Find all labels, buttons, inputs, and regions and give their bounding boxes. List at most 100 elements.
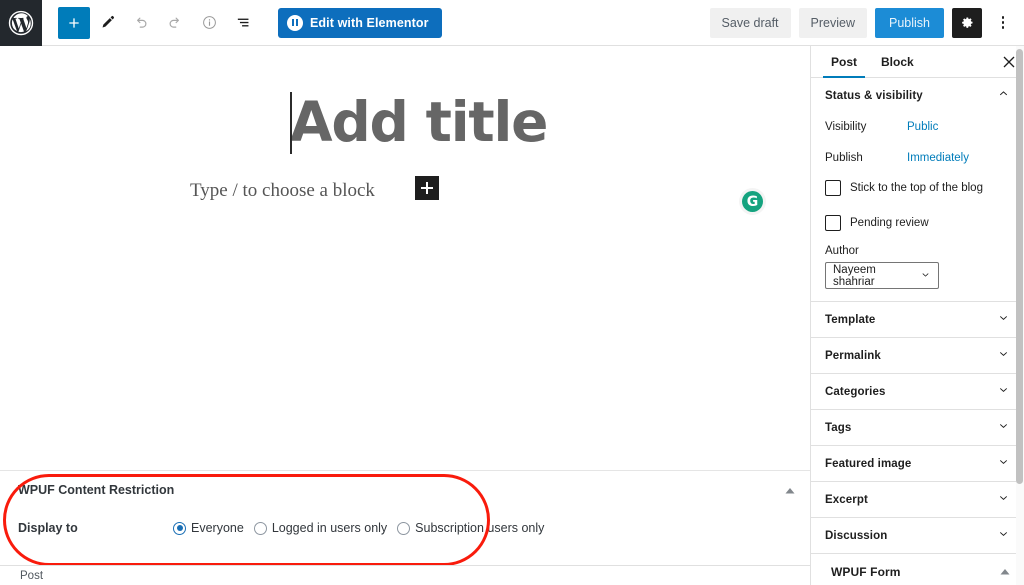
panel-excerpt: Excerpt (811, 482, 1024, 518)
breadcrumb[interactable]: Post (20, 570, 43, 582)
editor-breadcrumb-bar: Post (0, 565, 810, 585)
sidebar-tabs: Post Block (811, 46, 1024, 78)
display-to-field-row: Display to Everyone Logged in users only… (18, 521, 810, 535)
grammarly-glyph: G (746, 193, 759, 210)
panel-header-categories[interactable]: Categories (811, 374, 1024, 409)
visibility-value-button[interactable]: Public (907, 121, 938, 133)
more-options-button[interactable] (990, 8, 1016, 38)
edit-with-elementor-button[interactable]: Edit with Elementor (278, 7, 442, 38)
elementor-logo-icon (287, 14, 303, 31)
block-appender-button[interactable] (415, 176, 439, 200)
sidebar-scrollbar[interactable] (1016, 46, 1024, 585)
chevron-down-icon (997, 419, 1010, 437)
radio-option-subscription-users-only[interactable]: Subscription users only (397, 521, 544, 535)
text-caret (290, 92, 292, 154)
paragraph-block-row: Type / to choose a block (0, 176, 810, 206)
publish-button[interactable]: Publish (875, 7, 944, 38)
panel-header-featured-image[interactable]: Featured image (811, 446, 1024, 481)
metabox-title: WPUF Content Restriction (18, 483, 175, 497)
redo-icon (169, 17, 179, 28)
editor-canvas[interactable]: Add title Type / to choose a block G (0, 46, 810, 470)
panel-featured-image: Featured image (811, 446, 1024, 482)
tab-post[interactable]: Post (819, 46, 869, 78)
editor-toolbar: Edit with Elementor Save draft Preview P… (0, 0, 1024, 46)
tab-block[interactable]: Block (869, 46, 926, 77)
save-draft-button[interactable]: Save draft (709, 7, 791, 38)
vertical-ellipsis-icon (1001, 16, 1005, 19)
settings-button[interactable] (952, 7, 982, 38)
checkbox-row-pending-review[interactable]: Pending review (825, 210, 1010, 236)
panel-header-tags[interactable]: Tags (811, 410, 1024, 445)
display-to-label: Display to (18, 521, 78, 535)
settings-sidebar: Post Block Status & visibility Visibilit… (810, 46, 1024, 585)
checkbox-icon (825, 180, 841, 196)
radio-option-everyone[interactable]: Everyone (173, 521, 244, 535)
tools-button[interactable] (90, 6, 124, 40)
panel-title: Permalink (825, 349, 881, 362)
panel-header-excerpt[interactable]: Excerpt (811, 482, 1024, 517)
panel-wpuf-form: WPUF Form (811, 554, 1024, 585)
display-to-radio-group: Everyone Logged in users only Subscripti… (173, 521, 544, 535)
panel-permalink: Permalink (811, 338, 1024, 374)
gear-icon (961, 17, 972, 28)
radio-option-label: Everyone (191, 521, 244, 535)
publish-label: Publish (825, 152, 863, 164)
checkbox-label: Pending review (850, 217, 929, 229)
panel-title: WPUF Form (831, 564, 901, 579)
undo-button[interactable] (124, 6, 158, 40)
toolbar-right-actions: Save draft Preview Publish (709, 7, 1024, 38)
plus-icon (69, 17, 79, 28)
panel-title: Template (825, 313, 876, 326)
panel-categories: Categories (811, 374, 1024, 410)
panel-title: Categories (825, 385, 886, 398)
checkbox-label: Stick to the top of the blog (850, 182, 983, 194)
visibility-label: Visibility (825, 121, 867, 133)
author-label: Author (825, 245, 859, 257)
radio-icon (253, 521, 267, 535)
panel-title: Tags (825, 421, 852, 434)
chevron-down-icon (997, 347, 1010, 365)
details-button[interactable] (192, 6, 226, 40)
panel-header-status-and-visibility[interactable]: Status & visibility (811, 78, 1024, 113)
radio-option-label: Logged in users only (271, 521, 388, 535)
panel-template: Template (811, 302, 1024, 338)
checkbox-icon (825, 215, 841, 231)
panel-title: Discussion (825, 529, 888, 542)
post-title-input[interactable]: Add title (290, 90, 810, 154)
chevron-down-icon (997, 527, 1010, 545)
metabox-collapse-toggle[interactable] (780, 483, 800, 499)
wordpress-logo-icon[interactable] (0, 0, 42, 46)
checkbox-row-sticky[interactable]: Stick to the top of the blog (825, 175, 1010, 201)
chevron-down-icon (920, 269, 931, 283)
radio-icon (173, 521, 186, 535)
publish-value-button[interactable]: Immediately (907, 152, 969, 164)
publish-row: Publish Immediately (825, 144, 1010, 172)
sidebar-scrollbar-thumb[interactable] (1016, 49, 1023, 484)
chevron-up-icon (785, 487, 795, 493)
author-select[interactable]: Nayeem shahriar (825, 262, 939, 289)
radio-icon (397, 521, 411, 535)
chevron-down-icon (997, 491, 1010, 509)
panel-header-permalink[interactable]: Permalink (811, 338, 1024, 373)
list-view-button[interactable] (226, 6, 260, 40)
panel-header-template[interactable]: Template (811, 302, 1024, 337)
author-select-value: Nayeem shahriar (833, 263, 876, 288)
vertical-ellipsis-icon (1001, 26, 1005, 29)
redo-button[interactable] (158, 6, 192, 40)
panel-title: Status & visibility (825, 89, 923, 102)
panel-header-wpuf-form[interactable]: WPUF Form (811, 554, 1024, 585)
panel-tags: Tags (811, 410, 1024, 446)
radio-option-logged-in-users-only[interactable]: Logged in users only (253, 521, 388, 535)
panel-header-discussion[interactable]: Discussion (811, 518, 1024, 553)
toolbar-left-tools: Edit with Elementor (42, 6, 442, 40)
grammarly-icon[interactable]: G (742, 191, 763, 212)
block-inserter-button[interactable] (58, 6, 90, 39)
preview-button[interactable]: Preview (798, 7, 867, 38)
wpuf-content-restriction-metabox: WPUF Content Restriction Display to Ever… (0, 470, 810, 565)
panel-title: Excerpt (825, 493, 868, 506)
vertical-ellipsis-icon (1001, 21, 1005, 24)
panel-status-and-visibility: Status & visibility Visibility Public Pu… (811, 78, 1024, 302)
paragraph-block-input[interactable]: Type / to choose a block (190, 180, 375, 202)
chevron-up-icon (997, 87, 1010, 105)
radio-option-label: Subscription users only (415, 521, 545, 535)
